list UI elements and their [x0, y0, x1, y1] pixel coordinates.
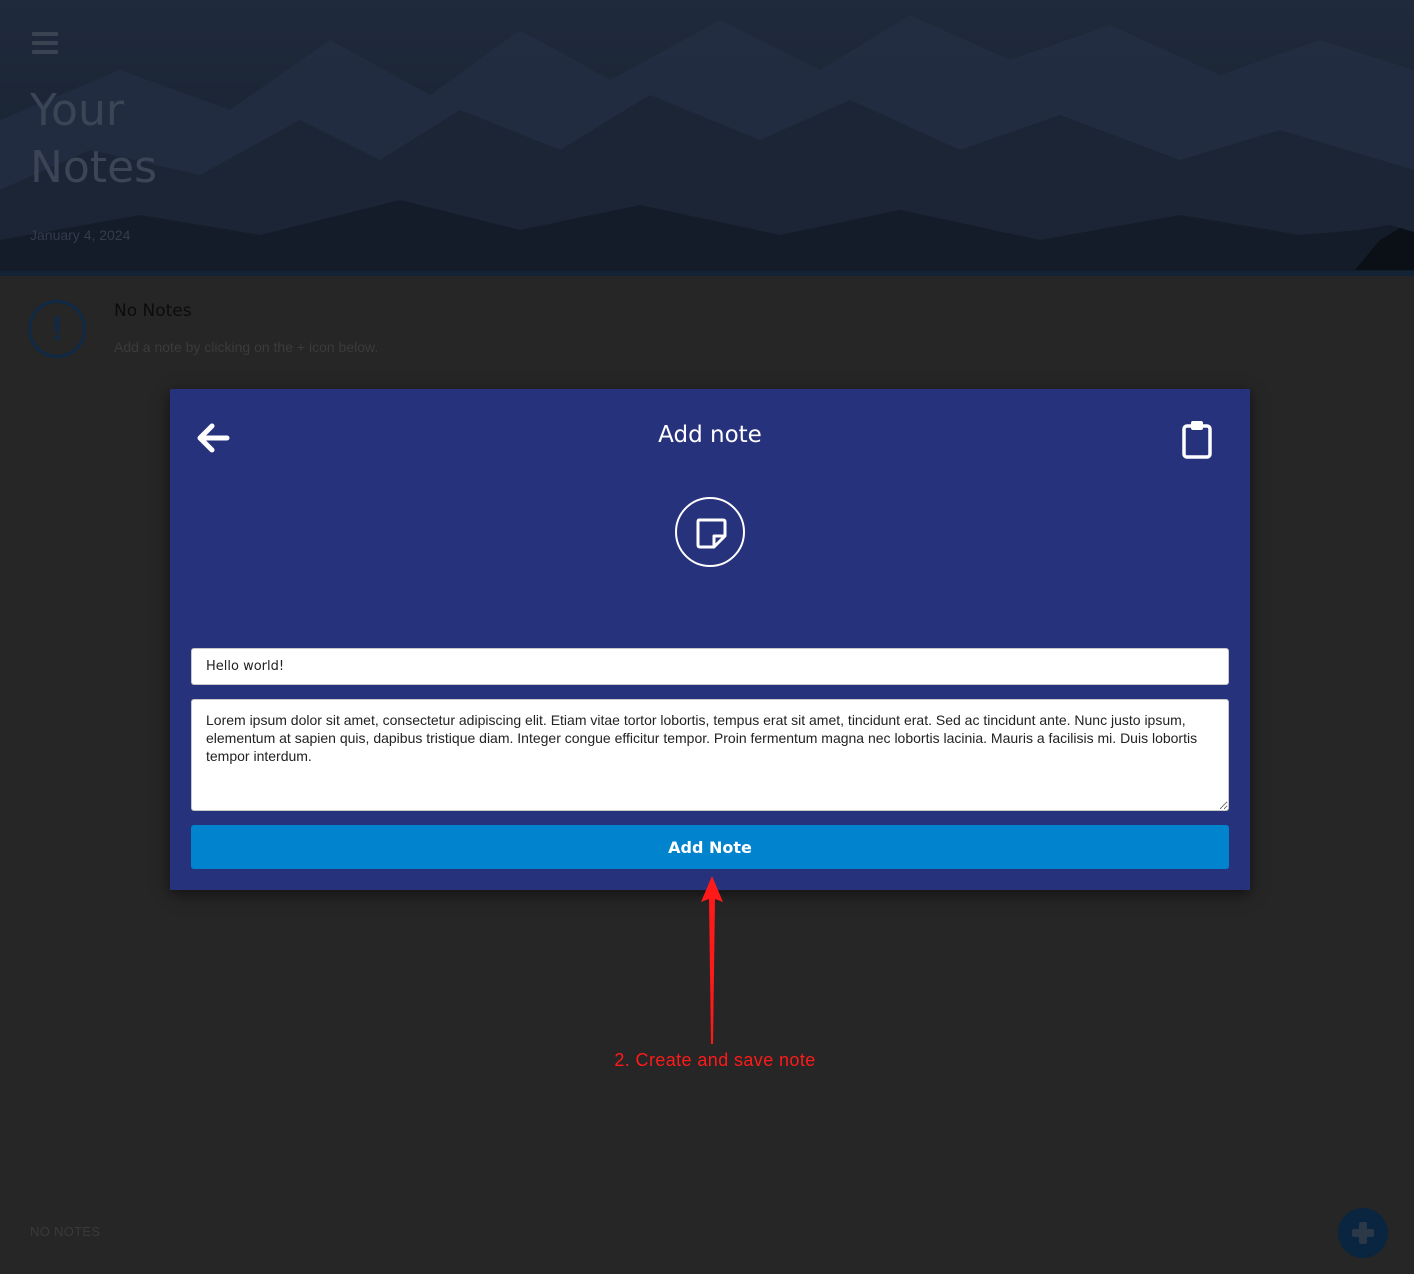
header-banner: Your Notes January 4, 2024: [0, 0, 1414, 276]
modal-title: Add note: [658, 422, 762, 448]
empty-state-subtitle: Add a note by clicking on the + icon bel…: [114, 339, 379, 355]
add-note-modal: Add note Lorem ipsum dolor sit amet, con…: [170, 389, 1250, 890]
clipboard-button[interactable]: [1178, 419, 1216, 461]
note-badge: [675, 497, 745, 567]
notes-count-label: NO NOTES: [30, 1224, 101, 1239]
add-note-fab-button[interactable]: [1338, 1208, 1388, 1258]
empty-state: ! No Notes Add a note by clicking on the…: [28, 298, 628, 368]
note-body-textarea[interactable]: Lorem ipsum dolor sit amet, consectetur …: [191, 699, 1229, 811]
clipboard-icon: [1182, 421, 1212, 459]
exclamation-circle-icon: !: [28, 300, 86, 358]
annotation-text: 2. Create and save note: [614, 1050, 816, 1070]
empty-state-title: No Notes: [114, 301, 192, 321]
sticky-note-icon: [696, 518, 727, 549]
note-title-input[interactable]: [191, 648, 1229, 685]
annotation-arrow: [701, 876, 723, 1044]
page-title: Your Notes: [30, 85, 158, 193]
hamburger-menu-icon[interactable]: [32, 32, 58, 56]
add-note-button[interactable]: Add Note: [191, 825, 1229, 869]
plus-icon: [1352, 1222, 1374, 1244]
current-date: January 4, 2024: [30, 227, 131, 243]
